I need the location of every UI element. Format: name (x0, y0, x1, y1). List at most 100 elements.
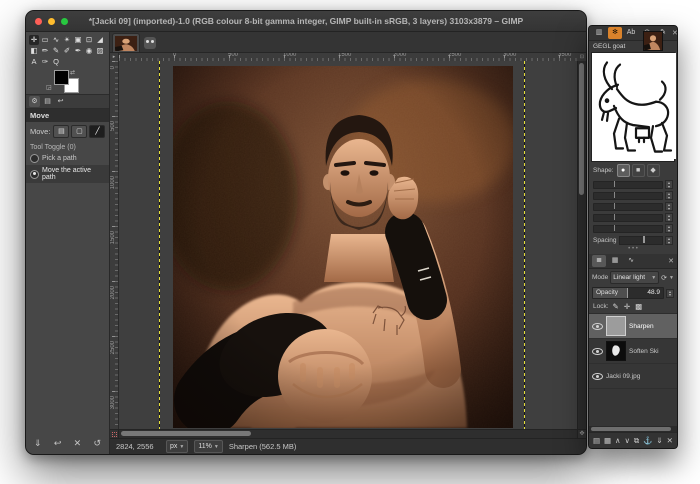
airbrush-tool[interactable]: ✐ (62, 46, 72, 56)
new-group-button[interactable]: ▦ (604, 436, 611, 445)
blend-mode-dropdown[interactable]: Linear light ▼ (610, 271, 660, 284)
radius-slider[interactable]: ▴ ▾ (589, 179, 677, 190)
merge-down-button[interactable]: ⇓ (656, 436, 662, 445)
slider-track[interactable] (593, 191, 663, 200)
raise-layer-button[interactable]: ∧ (615, 436, 621, 445)
restore-tool-options-button[interactable]: ↩ (54, 438, 62, 449)
spinner[interactable]: ▴ ▾ (666, 288, 674, 298)
aspect-ratio-slider[interactable]: ▴ ▾ (589, 212, 677, 223)
brush-shape-circle[interactable]: ● (616, 164, 630, 177)
option-pick-a-path[interactable]: Pick a path (26, 152, 109, 165)
slider-track[interactable] (593, 224, 663, 233)
spinner[interactable]: ▴ ▾ (665, 213, 673, 222)
rectangle-select-tool[interactable]: ▭ (40, 35, 50, 45)
delete-tool-options-button[interactable]: ✕ (74, 438, 82, 449)
reset-tool-options-button[interactable]: ↺ (93, 438, 101, 449)
duplicate-layer-button[interactable]: ⧉ (634, 436, 639, 446)
close-icon[interactable]: ✕ (668, 257, 674, 265)
horizontal-scrollbar[interactable] (119, 430, 577, 438)
tab-paths[interactable]: ∿ (624, 255, 638, 267)
move-path-mode-button[interactable]: ╱ (89, 125, 106, 138)
pencil-tool[interactable]: ✏ (40, 46, 50, 56)
delete-layer-button[interactable]: ✕ (667, 436, 673, 445)
layer-row-soften-skin[interactable]: Soften Ski (589, 31, 677, 364)
horizontal-scrollbar-thumb[interactable] (121, 431, 251, 436)
spinner[interactable]: ▴ ▾ (665, 191, 673, 200)
foreground-color-swatch[interactable] (54, 70, 69, 85)
lock-alpha-toggle[interactable]: ▩ (635, 302, 642, 311)
mode-switch-button[interactable]: ⟳ (661, 274, 667, 282)
layers-scrollbar[interactable] (589, 426, 677, 432)
anchor-layer-button[interactable]: ⚓ (643, 436, 652, 445)
save-tool-options-button[interactable]: ⇓ (34, 438, 42, 449)
lock-position-toggle[interactable]: ✛ (624, 302, 630, 311)
image-tab[interactable] (112, 33, 140, 52)
slider-track[interactable] (593, 213, 663, 222)
tab-device-status[interactable]: ▤ (42, 96, 53, 107)
layer-row-sharpen[interactable]: Sharpen (589, 314, 677, 339)
new-layer-button[interactable]: ▤ (593, 436, 600, 445)
warp-transform-tool[interactable]: ◢ (95, 35, 105, 45)
vertical-ruler[interactable]: 0 500 1000 1500 2000 2500 3000 (110, 61, 119, 429)
tab-undo-history[interactable]: ↩ (55, 96, 66, 107)
lower-layer-button[interactable]: ∨ (624, 436, 630, 445)
layer-thumbnail[interactable] (643, 31, 663, 51)
clone-tool[interactable]: ◉ (84, 46, 94, 56)
tab-images[interactable] (68, 96, 79, 107)
tab-layers[interactable]: ≣ (592, 255, 606, 267)
visibility-toggle[interactable] (592, 321, 603, 332)
layer-mask-thumbnail[interactable] (606, 341, 626, 361)
brush-preview[interactable] (591, 52, 676, 162)
vertical-scrollbar-thumb[interactable] (579, 63, 584, 195)
transform-tool[interactable]: ⊡ (84, 35, 94, 45)
bucket-fill-tool[interactable]: ◧ (29, 46, 39, 56)
lock-pixels-toggle[interactable]: ✎ (613, 302, 619, 311)
spinner[interactable]: ▴ ▾ (665, 236, 673, 245)
move-tool[interactable]: ✛ (29, 35, 39, 45)
move-selection-mode-button[interactable]: ▢ (71, 125, 88, 138)
dock-resize-handle[interactable]: • • • (589, 246, 677, 254)
canvas-viewport[interactable] (119, 61, 577, 429)
brush-shape-square[interactable]: ■ (631, 164, 645, 177)
visibility-toggle[interactable] (592, 371, 603, 382)
slider-track[interactable] (593, 180, 663, 189)
brush-shape-diamond[interactable]: ◆ (646, 164, 660, 177)
free-select-tool[interactable]: ∿ (51, 35, 61, 45)
vertical-scrollbar[interactable] (577, 61, 586, 429)
tab-tool-presets[interactable]: ▥ (592, 27, 606, 39)
option-move-active-path[interactable]: Move the active path (26, 165, 109, 183)
zoom-select[interactable]: 11% ▼ (194, 440, 223, 453)
zoom-tool[interactable]: Q (51, 57, 61, 67)
spinner[interactable]: ▴ ▾ (665, 224, 673, 233)
navigation-button[interactable]: ✥ (577, 430, 586, 438)
fuzzy-select-tool[interactable]: ✴ (62, 35, 72, 45)
opacity-slider[interactable]: Opacity 48.9 (592, 287, 664, 299)
titlebar[interactable]: *[Jacki 09] (imported)-1.0 (RGB colour 8… (26, 11, 586, 32)
spinner[interactable]: ▴ ▾ (665, 202, 673, 211)
angle-slider[interactable]: ▴ ▾ (589, 223, 677, 234)
visibility-toggle[interactable] (592, 346, 603, 357)
quick-mask-toggle[interactable] (110, 430, 119, 438)
wilber-icon[interactable] (144, 37, 156, 49)
swap-colors-icon[interactable]: ⇄ (70, 69, 75, 76)
unit-select[interactable]: px ▼ (166, 440, 189, 453)
tab-channels[interactable]: ▦ (608, 255, 622, 267)
hardness-slider[interactable]: ▴ ▾ (589, 201, 677, 212)
layer-thumbnail[interactable] (606, 316, 626, 336)
paths-tool[interactable]: ✑ (40, 57, 50, 67)
tab-tool-options[interactable]: ⚙ (29, 96, 40, 107)
ink-tool[interactable]: ✒ (73, 46, 83, 56)
crop-tool[interactable]: ▣ (73, 35, 83, 45)
slider-track[interactable] (593, 202, 663, 211)
default-colors-icon[interactable]: ◲ (46, 84, 52, 91)
tab-fonts[interactable]: Ab (624, 27, 638, 39)
spacing-slider[interactable] (618, 236, 663, 245)
gradient-tool[interactable]: ▨ (95, 46, 105, 56)
text-tool[interactable]: A (29, 57, 39, 67)
tab-brushes[interactable]: ✻ (608, 27, 622, 39)
move-layer-mode-button[interactable]: ▤ (53, 125, 70, 138)
spikes-slider[interactable]: ▴ ▾ (589, 190, 677, 201)
close-icon[interactable]: ✕ (672, 29, 677, 37)
layer-row-jacki[interactable]: Jacki 09.jpg (589, 31, 677, 389)
spinner[interactable]: ▴ ▾ (665, 180, 673, 189)
